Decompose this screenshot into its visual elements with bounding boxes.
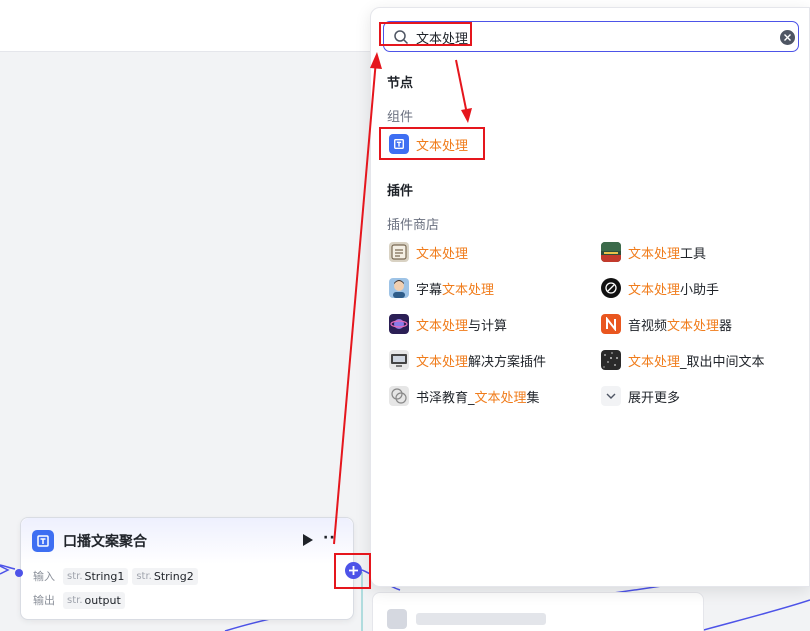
plugin-item[interactable]: 文本处理 _取出中间文本 — [601, 349, 765, 371]
chevron-down-icon — [601, 386, 621, 406]
shapes-icon — [389, 386, 409, 406]
plugin-item[interactable]: 音视频 文本处理器 — [601, 313, 732, 335]
search-input[interactable] — [416, 26, 766, 48]
search-icon — [394, 30, 409, 45]
add-node-button[interactable] — [345, 562, 362, 579]
scroll-icon — [389, 242, 409, 262]
output-param: str. output — [63, 591, 125, 609]
plugin-item[interactable]: 文本处理 与计算 — [389, 313, 507, 335]
workflow-node[interactable]: 口播文案聚合 ·· 输入 str. String1 str. String2 输出 … — [20, 517, 354, 620]
input-port[interactable] — [15, 569, 23, 577]
openai-icon — [601, 278, 621, 298]
more-icon[interactable]: ·· — [323, 530, 345, 550]
section-plugins: 插件 — [387, 184, 414, 199]
plugin-item[interactable]: 文本处理 — [389, 241, 468, 263]
run-icon[interactable] — [301, 532, 315, 548]
clear-icon[interactable] — [780, 30, 795, 45]
plugin-item[interactable]: 字幕 文本处理 — [389, 277, 494, 299]
output-label: 输出 — [33, 594, 55, 607]
plus-icon — [349, 566, 358, 575]
node-title: 口播文案聚合 — [63, 534, 147, 550]
orange-n-icon — [601, 314, 621, 334]
text-tool-icon — [601, 242, 621, 262]
input-label: 输入 — [33, 570, 55, 583]
avatar-icon — [389, 278, 409, 298]
section-nodes: 节点 — [387, 76, 414, 91]
node-outputs: 输出 str. output — [33, 591, 129, 609]
planet-icon — [389, 314, 409, 334]
plugin-item[interactable]: 文本处理 小助手 — [601, 277, 719, 299]
component-item-text-process[interactable]: 文本处理 — [389, 133, 468, 155]
noise-icon — [601, 350, 621, 370]
placeholder-node — [372, 592, 704, 631]
match-text: 文本处理 — [416, 138, 469, 154]
plugin-item[interactable]: 文本处理 工具 — [601, 241, 706, 263]
input-param: str. String2 — [132, 567, 198, 585]
placeholder-icon — [387, 609, 407, 629]
text-process-icon — [389, 134, 409, 154]
placeholder-title — [416, 613, 546, 625]
plugin-item[interactable]: 文本处理 解决方案插件 — [389, 349, 546, 371]
monitor-icon — [389, 350, 409, 370]
input-param: str. String1 — [63, 567, 129, 585]
expand-more-button[interactable]: 展开更多 — [601, 385, 680, 407]
search-box[interactable] — [383, 21, 799, 52]
node-search-panel: 节点 组件 文本处理 插件 插件商店 文本处理 文本处理工具 字幕文本处理 文本… — [370, 7, 810, 587]
subsection-components: 组件 — [387, 110, 414, 125]
node-inputs: 输入 str. String1 str. String2 — [33, 567, 202, 585]
plugin-item[interactable]: 书泽教育_ 文本处理集 — [389, 385, 540, 407]
text-process-icon — [32, 530, 54, 552]
subsection-plugin-store: 插件商店 — [387, 218, 440, 233]
